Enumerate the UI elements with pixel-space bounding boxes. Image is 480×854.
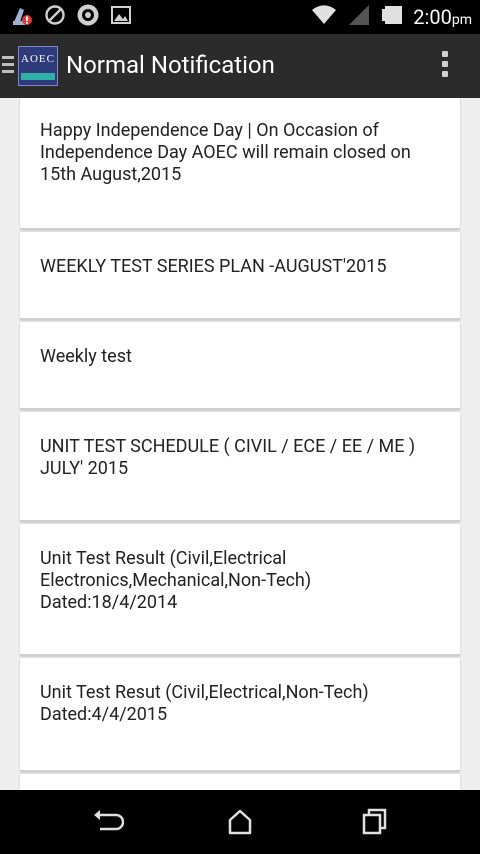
notification-card[interactable]: Weekly test bbox=[20, 322, 460, 410]
notification-card[interactable]: Unit Test Result (Civil,Electrical Elect… bbox=[20, 524, 460, 656]
wifi-icon bbox=[311, 4, 337, 30]
notification-text: Happy Independence Day | On Occasion of … bbox=[40, 120, 411, 185]
action-bar: AOEC Normal Notification bbox=[0, 34, 480, 98]
status-bar-system: 2:00pm bbox=[311, 4, 472, 30]
notification-text: Unit Test Resut (Civil,Electrical,Non-Te… bbox=[40, 682, 369, 725]
app-logo-band bbox=[21, 73, 55, 80]
signal-icon bbox=[347, 4, 371, 30]
notification-text: Weekly test bbox=[40, 346, 132, 367]
notification-list[interactable]: Happy Independence Day | On Occasion of … bbox=[0, 98, 480, 790]
status-bar: 2:00pm bbox=[0, 0, 480, 34]
overflow-menu-icon[interactable] bbox=[442, 51, 450, 81]
status-bar-notifications bbox=[10, 3, 132, 31]
clock-ampm: pm bbox=[451, 12, 472, 28]
no-sync-icon bbox=[44, 4, 66, 30]
notification-card[interactable]: Happy Independence Day | On Occasion of … bbox=[20, 98, 460, 230]
navigation-bar bbox=[0, 790, 480, 854]
notification-card[interactable]: UNIT TEST SCHEDULE ( CIVIL / ECE / EE / … bbox=[20, 412, 460, 522]
circle-app-icon bbox=[76, 3, 100, 31]
app-logo-text: AOEC bbox=[21, 53, 55, 65]
home-icon[interactable] bbox=[222, 806, 258, 838]
notification-text: UNIT TEST SCHEDULE ( CIVIL / ECE / EE / … bbox=[40, 436, 416, 479]
drawer-toggle-icon[interactable] bbox=[2, 56, 14, 74]
notification-text: WEEKLY TEST SERIES PLAN -AUGUST'2015 bbox=[40, 256, 387, 277]
clock: 2:00pm bbox=[413, 5, 472, 29]
app-logo[interactable]: AOEC bbox=[18, 46, 58, 86]
recents-icon[interactable] bbox=[356, 806, 392, 838]
battery-icon bbox=[381, 4, 403, 30]
notification-text: Unit Test Result (Civil,Electrical Elect… bbox=[40, 548, 312, 613]
cleaner-icon bbox=[10, 4, 34, 30]
back-icon[interactable] bbox=[88, 806, 125, 838]
notification-card[interactable]: WEEKLY TEST SERIES PLAN -AUGUST'2015 bbox=[20, 232, 460, 320]
page-title: Normal Notification bbox=[66, 51, 275, 79]
notification-card[interactable]: Unit Test Resut (Civil,Electrical,Non-Te… bbox=[20, 658, 460, 772]
notification-card[interactable] bbox=[20, 774, 460, 790]
image-icon bbox=[110, 5, 132, 29]
